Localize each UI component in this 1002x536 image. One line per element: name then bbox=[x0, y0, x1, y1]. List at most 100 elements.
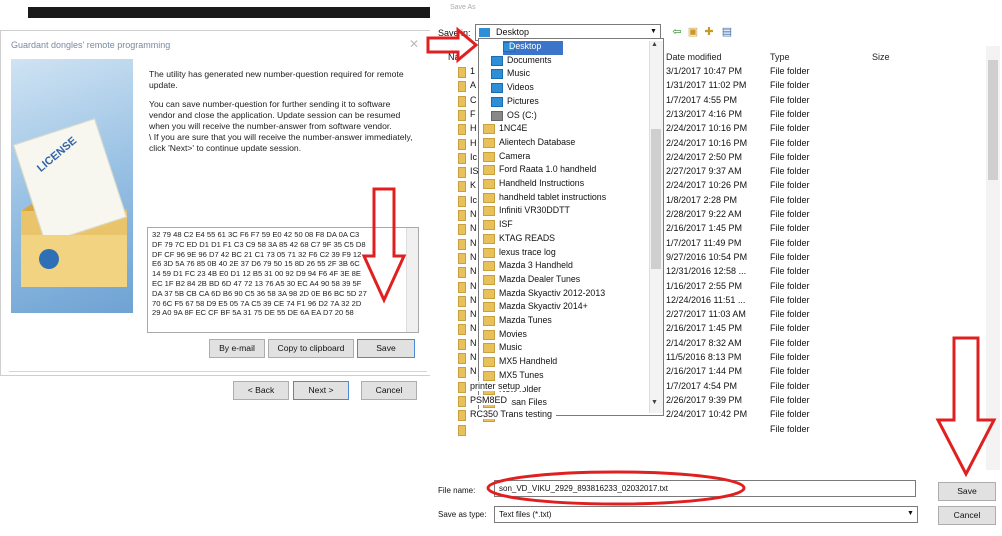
number-question-textbox[interactable]: 32 79 48 C2 E4 55 61 3C F6 F7 59 E0 42 5… bbox=[147, 227, 419, 333]
file-name-partial[interactable]: N bbox=[470, 323, 477, 333]
column-type[interactable]: Type bbox=[770, 52, 790, 62]
file-name-partial[interactable]: N bbox=[470, 223, 477, 233]
scroll-up-icon[interactable]: ▲ bbox=[651, 41, 658, 48]
next-button[interactable]: Next > bbox=[293, 381, 349, 400]
date-modified-cell: 2/26/2017 9:39 PM bbox=[666, 394, 743, 405]
file-row[interactable]: 2/24/2017 10:26 PM File folder bbox=[666, 180, 996, 194]
save-button[interactable]: Save bbox=[938, 482, 996, 501]
file-name-partial[interactable]: N bbox=[470, 238, 477, 248]
file-name-partial[interactable]: Ic bbox=[470, 195, 477, 205]
dropdown-scrollbar-thumb[interactable] bbox=[651, 129, 661, 269]
type-cell: File folder bbox=[770, 423, 810, 434]
file-row[interactable]: 1/7/2017 4:55 PM File folder bbox=[666, 95, 996, 109]
file-name-cell[interactable]: PSM8ED bbox=[470, 394, 512, 405]
file-name-partial[interactable]: F bbox=[470, 109, 476, 119]
file-row[interactable]: 1/7/2017 4:54 PM File folder bbox=[666, 381, 996, 395]
cancel-button[interactable]: Cancel bbox=[938, 506, 996, 525]
column-size[interactable]: Size bbox=[872, 52, 890, 62]
back-arrow-icon[interactable]: ⇦ bbox=[670, 25, 684, 39]
file-name-partial[interactable]: N bbox=[470, 366, 477, 376]
file-name-input[interactable]: son_VD_VIKU_2929_893816233_02032017.txt bbox=[494, 480, 916, 497]
seal-icon bbox=[39, 249, 59, 269]
save-as-type-select[interactable]: Text files (*.txt) ▼ bbox=[494, 506, 918, 523]
file-row[interactable]: 2/24/2017 10:16 PM File folder bbox=[666, 123, 996, 137]
cancel-button[interactable]: Cancel bbox=[361, 381, 417, 400]
file-row[interactable]: 11/5/2016 8:13 PM File folder bbox=[666, 352, 996, 366]
divider bbox=[9, 371, 427, 372]
dropdown-item-label: Camera bbox=[499, 150, 531, 161]
file-name-partial[interactable]: N bbox=[470, 281, 477, 291]
file-name-value: son_VD_VIKU_2929_893816233_02032017.txt bbox=[499, 484, 669, 493]
file-row[interactable]: File folder bbox=[666, 424, 996, 438]
textbox-scrollbar[interactable] bbox=[406, 228, 418, 332]
file-name-partial[interactable]: Ic bbox=[470, 152, 477, 162]
library-icon bbox=[491, 55, 503, 66]
file-row[interactable]: 1/16/2017 2:55 PM File folder bbox=[666, 281, 996, 295]
new-folder-icon[interactable]: ✚ bbox=[702, 25, 716, 39]
file-name-partial[interactable]: N bbox=[470, 352, 477, 362]
file-name-partial[interactable]: N bbox=[470, 309, 477, 319]
date-modified-cell: 2/13/2017 4:16 PM bbox=[666, 108, 743, 119]
type-cell: File folder bbox=[770, 223, 810, 234]
up-folder-icon[interactable]: ▣ bbox=[686, 25, 700, 39]
email-button[interactable]: By e-mail bbox=[209, 339, 265, 358]
file-row[interactable]: 2/16/2017 1:44 PM File folder bbox=[666, 366, 996, 380]
file-row[interactable]: 12/31/2016 12:58 ... File folder bbox=[666, 266, 996, 280]
file-name-partial[interactable]: N bbox=[470, 338, 477, 348]
file-name-partial[interactable]: IS bbox=[470, 166, 479, 176]
folder-icon bbox=[458, 167, 466, 179]
file-row[interactable]: 2/28/2017 9:22 AM File folder bbox=[666, 209, 996, 223]
column-name-header[interactable]: Na bbox=[448, 52, 460, 62]
file-name-partial[interactable]: 1 bbox=[470, 66, 475, 76]
file-row[interactable]: 12/24/2016 11:51 ... File folder bbox=[666, 295, 996, 309]
file-row[interactable]: 1/8/2017 2:28 PM File folder bbox=[666, 195, 996, 209]
folder-icon bbox=[458, 210, 466, 221]
type-cell: File folder bbox=[770, 251, 810, 262]
folder-icon bbox=[483, 124, 495, 135]
file-name-partial[interactable]: N bbox=[470, 252, 477, 262]
file-name-cell[interactable]: printer setup bbox=[470, 380, 525, 391]
column-date-modified[interactable]: Date modified bbox=[666, 52, 722, 62]
license-envelope-illustration: LICENSE bbox=[11, 59, 133, 313]
dropdown-item-label: Mazda Dealer Tunes bbox=[499, 273, 581, 284]
file-row[interactable]: 1/7/2017 11:49 PM File folder bbox=[666, 238, 996, 252]
file-row[interactable]: 2/13/2017 4:16 PM File folder bbox=[666, 109, 996, 123]
dropdown-item-label: MX5 Tunes bbox=[499, 369, 544, 380]
type-cell: File folder bbox=[770, 394, 810, 405]
file-row[interactable]: 3/1/2017 10:47 PM File folder bbox=[666, 66, 996, 80]
date-modified-cell: 2/24/2017 10:42 PM bbox=[666, 409, 748, 420]
file-name-partial[interactable]: C bbox=[470, 95, 477, 105]
file-row[interactable]: 2/27/2017 9:37 AM File folder bbox=[666, 166, 996, 180]
file-name-partial[interactable]: N bbox=[470, 295, 477, 305]
file-row[interactable]: 2/14/2017 8:32 AM File folder bbox=[666, 338, 996, 352]
dropdown-item-label: OS (C:) bbox=[507, 109, 537, 120]
type-cell: File folder bbox=[770, 380, 810, 391]
view-menu-icon[interactable]: ▤ bbox=[720, 25, 734, 39]
copy-to-clipboard-button[interactable]: Copy to clipboard bbox=[268, 339, 354, 358]
file-row[interactable]: 2/24/2017 2:50 PM File folder bbox=[666, 152, 996, 166]
dropdown-item-label: Alientech Database bbox=[499, 136, 576, 147]
file-name-partial[interactable]: N bbox=[470, 209, 477, 219]
file-row[interactable]: 2/26/2017 9:39 PM File folder bbox=[666, 395, 996, 409]
scroll-down-icon[interactable]: ▼ bbox=[651, 399, 658, 406]
file-name-partial[interactable]: A bbox=[470, 80, 476, 90]
file-row[interactable]: 2/24/2017 10:16 PM File folder bbox=[666, 138, 996, 152]
file-name-partial[interactable]: H bbox=[470, 123, 477, 133]
back-button[interactable]: < Back bbox=[233, 381, 289, 400]
file-row[interactable]: 2/16/2017 1:45 PM File folder bbox=[666, 223, 996, 237]
dropdown-item-label: Videos bbox=[507, 82, 534, 93]
file-name-partial[interactable]: H bbox=[470, 138, 477, 148]
folder-icon bbox=[483, 220, 495, 231]
file-row[interactable]: 2/16/2017 1:45 PM File folder bbox=[666, 323, 996, 337]
file-row[interactable]: 1/31/2017 11:02 PM File folder bbox=[666, 80, 996, 94]
file-name-partial[interactable]: N bbox=[470, 266, 477, 276]
file-name-cell[interactable]: RC350 Trans testing bbox=[470, 409, 557, 420]
dropdown-item-label: Music bbox=[507, 68, 530, 79]
file-row[interactable]: 2/27/2017 11:03 AM File folder bbox=[666, 309, 996, 323]
close-icon[interactable]: ✕ bbox=[409, 37, 419, 51]
dropdown-item-desktop[interactable]: Desktop bbox=[503, 41, 563, 55]
save-button[interactable]: Save bbox=[357, 339, 415, 358]
file-row[interactable]: 9/27/2016 10:54 PM File folder bbox=[666, 252, 996, 266]
file-row[interactable]: 2/24/2017 10:42 PM File folder bbox=[666, 409, 996, 423]
file-name-partial[interactable]: K bbox=[470, 180, 476, 190]
